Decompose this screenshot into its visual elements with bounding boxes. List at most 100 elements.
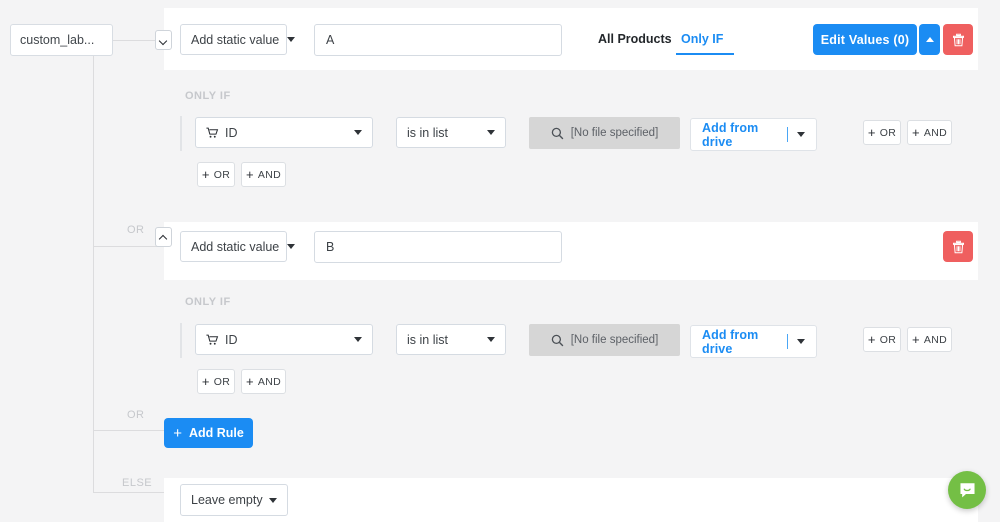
plus-icon: +: [912, 126, 920, 139]
chevron-down-icon: [160, 37, 167, 44]
rule-2-or-label-right: OR: [880, 334, 896, 346]
search-icon: [551, 127, 564, 140]
add-rule-button[interactable]: + Add Rule: [164, 418, 253, 448]
search-icon: [551, 334, 564, 347]
tab-all-products[interactable]: All Products: [598, 32, 672, 46]
rule-2-add-and-button-right[interactable]: + AND: [907, 327, 952, 352]
plus-icon: +: [246, 375, 254, 388]
cart-icon: [206, 334, 219, 346]
rule-1-or-label: OR: [214, 169, 230, 181]
tree-trunk-line: [93, 56, 94, 430]
rule-1-value-input[interactable]: A: [314, 24, 562, 56]
tab-all-products-label: All Products: [598, 32, 672, 46]
rule-1-collapse-toggle[interactable]: [155, 30, 172, 50]
chat-bubble-icon: [958, 481, 977, 500]
rule-2-or-label: OR: [214, 376, 230, 388]
rule-2-add-and-button[interactable]: + AND: [241, 369, 286, 394]
rule-1-condition-operator-label: is in list: [407, 126, 448, 140]
connector-else: ELSE: [122, 477, 152, 489]
rule-1-file-label: [No file specified]: [571, 127, 659, 139]
rule-1-condition-accent-bar: [180, 116, 182, 151]
caret-down-icon: [287, 37, 295, 42]
plus-icon: +: [246, 168, 254, 181]
trash-icon: [952, 240, 965, 254]
caret-down-icon: [487, 337, 495, 342]
rule-1-add-or-button-right[interactable]: + OR: [863, 120, 901, 145]
else-value-mode-select[interactable]: Leave empty: [180, 484, 288, 516]
plus-icon: +: [202, 375, 210, 388]
chevron-up-icon: [926, 37, 934, 42]
rule-2-add-from-drive-label: Add from drive: [702, 328, 778, 356]
rule-1-value-text: A: [326, 33, 334, 47]
tree-branch-line-else: [93, 492, 165, 493]
rule-1-only-if-caption: ONLY IF: [185, 90, 231, 102]
rule-2-and-label-right: AND: [924, 334, 947, 346]
trash-icon: [952, 33, 965, 47]
rule-2-add-from-drive-button[interactable]: Add from drive: [690, 325, 817, 358]
plus-icon: +: [202, 168, 210, 181]
rule-2-value-mode-label: Add static value: [191, 240, 279, 254]
tree-branch-line-rule2: [93, 246, 165, 247]
rule-2-value-input[interactable]: B: [314, 231, 562, 263]
rule-2-value-mode-select[interactable]: Add static value: [180, 231, 287, 262]
caret-down-icon: [269, 498, 277, 503]
plus-icon: +: [868, 126, 876, 139]
rule-1-and-label-right: AND: [924, 127, 947, 139]
tab-active-underline: [676, 53, 734, 55]
caret-down-icon: [287, 244, 295, 249]
tab-only-if[interactable]: Only IF: [681, 32, 723, 46]
edit-values-label: Edit Values (0): [821, 33, 909, 47]
rule-1-value-mode-select[interactable]: Add static value: [180, 24, 287, 55]
rule-1-or-label-right: OR: [880, 127, 896, 139]
rule-2-add-or-button[interactable]: + OR: [197, 369, 235, 394]
output-field-selector[interactable]: custom_lab...: [10, 24, 113, 56]
rule-1-add-and-button-right[interactable]: + AND: [907, 120, 952, 145]
connector-or-2: OR: [127, 409, 145, 421]
chat-widget-button[interactable]: [948, 471, 986, 509]
rule-1-file-picker[interactable]: [No file specified]: [529, 117, 680, 149]
rule-1-condition-operator-select[interactable]: is in list: [396, 117, 506, 148]
rule-2-condition-operator-label: is in list: [407, 333, 448, 347]
rule-2-only-if-caption: ONLY IF: [185, 296, 231, 308]
caret-down-icon: [354, 130, 362, 135]
rule-2-condition-field-label: ID: [225, 333, 238, 347]
output-field-label: custom_lab...: [20, 33, 94, 47]
tree-line-else: [93, 430, 94, 492]
rule-1-add-from-drive-label: Add from drive: [702, 121, 778, 149]
rule-2-condition-field-select[interactable]: ID: [195, 324, 373, 355]
caret-down-icon: [797, 132, 805, 137]
drive-button-divider: [787, 334, 788, 349]
tab-only-if-label: Only IF: [681, 32, 723, 46]
rule-2-file-picker[interactable]: [No file specified]: [529, 324, 680, 356]
rule-1-add-or-button[interactable]: + OR: [197, 162, 235, 187]
plus-icon: +: [173, 426, 182, 441]
rule-2-and-label: AND: [258, 376, 281, 388]
add-rule-label: Add Rule: [189, 426, 244, 440]
rule-2-delete-button[interactable]: [943, 231, 973, 262]
rule-1-and-label: AND: [258, 169, 281, 181]
caret-down-icon: [354, 337, 362, 342]
caret-down-icon: [487, 130, 495, 135]
rule-builder-screen: custom_lab... Add static value A All Pro…: [0, 0, 1000, 522]
rule-1-condition-field-select[interactable]: ID: [195, 117, 373, 148]
rule-1-add-and-button[interactable]: + AND: [241, 162, 286, 187]
rule-2-value-text: B: [326, 240, 334, 254]
tree-branch-line-addrule: [93, 430, 165, 431]
rule-1-add-from-drive-button[interactable]: Add from drive: [690, 118, 817, 151]
chevron-up-icon: [160, 234, 167, 241]
cart-icon: [206, 127, 219, 139]
rule-2-condition-operator-select[interactable]: is in list: [396, 324, 506, 355]
rule-1-delete-button[interactable]: [943, 24, 973, 55]
rule-2-add-or-button-right[interactable]: + OR: [863, 327, 901, 352]
rule-2-condition-accent-bar: [180, 323, 182, 358]
plus-icon: +: [912, 333, 920, 346]
rule-1-collapse-button[interactable]: [919, 24, 940, 55]
rule-1-value-mode-label: Add static value: [191, 33, 279, 47]
else-value-mode-label: Leave empty: [191, 493, 263, 507]
rule-2-collapse-toggle[interactable]: [155, 227, 172, 247]
plus-icon: +: [868, 333, 876, 346]
edit-values-button[interactable]: Edit Values (0): [813, 24, 917, 55]
drive-button-divider: [787, 127, 788, 142]
rule-2-file-label: [No file specified]: [571, 334, 659, 346]
caret-down-icon: [797, 339, 805, 344]
